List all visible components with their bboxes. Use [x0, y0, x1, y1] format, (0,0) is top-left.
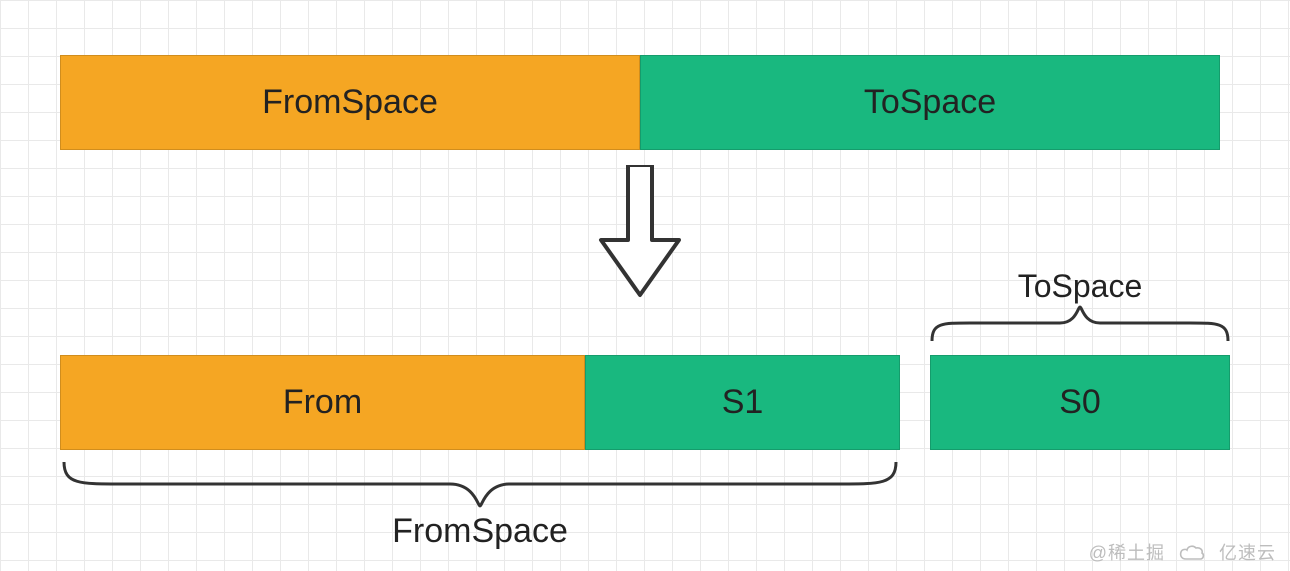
- fromspace-brace-label: FromSpace: [60, 512, 900, 551]
- from-box-bottom: From: [60, 355, 585, 450]
- tospace-brace: [930, 305, 1230, 343]
- tospace-box-top-label: ToSpace: [864, 83, 996, 122]
- from-box-bottom-label: From: [283, 383, 362, 422]
- tospace-box-top: ToSpace: [640, 55, 1220, 150]
- s0-box-label: S0: [1059, 383, 1101, 422]
- watermark-right: 亿速云: [1219, 539, 1276, 565]
- s1-box-label: S1: [722, 383, 764, 422]
- fromspace-box-top: FromSpace: [60, 55, 640, 150]
- fromspace-box-top-label: FromSpace: [262, 83, 438, 122]
- watermark: @稀土掘 亿速云: [1089, 539, 1276, 565]
- watermark-left: @稀土掘: [1089, 539, 1165, 565]
- down-arrow-icon: [595, 165, 685, 300]
- tospace-brace-label: ToSpace: [930, 268, 1230, 305]
- fromspace-brace: FromSpace: [60, 460, 900, 551]
- s0-box: S0: [930, 355, 1230, 450]
- cloud-icon: [1179, 543, 1205, 561]
- s1-box: S1: [585, 355, 900, 450]
